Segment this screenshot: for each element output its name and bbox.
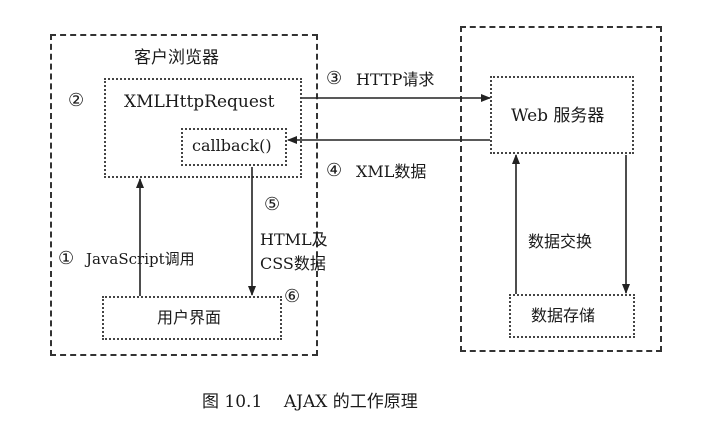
flow-arrows (136, 94, 630, 296)
